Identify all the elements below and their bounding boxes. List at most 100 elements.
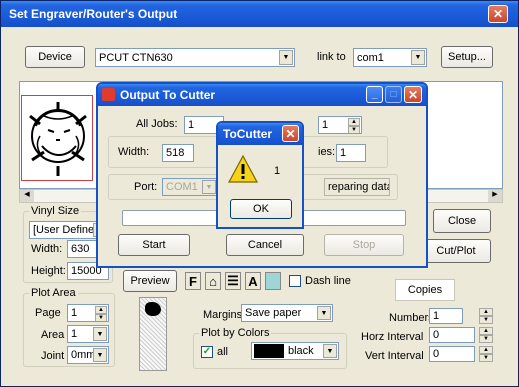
cancel-button[interactable]: Cancel: [226, 234, 304, 256]
chevron-down-icon[interactable]: ▼: [279, 50, 293, 65]
spin-down-icon[interactable]: ▼: [479, 335, 493, 343]
thumbnail-blob: [145, 302, 161, 316]
artwork-graphic: [29, 102, 87, 176]
link-select[interactable]: com1 ▼: [353, 48, 427, 67]
all-checkbox[interactable]: ✓: [201, 346, 213, 358]
dash-line-label: Dash line: [305, 275, 351, 287]
close-icon[interactable]: ✕: [282, 125, 299, 142]
page-value: 1: [71, 307, 78, 319]
spin-up-icon[interactable]: ▲: [479, 308, 493, 316]
vert-interval-label: Vert Interval: [365, 350, 424, 362]
port-label: Port:: [134, 181, 158, 193]
copies-tab: Copies: [395, 279, 455, 301]
plot-by-colors-title: Plot by Colors: [199, 327, 272, 339]
current-job-spinner[interactable]: ▲ ▼: [348, 118, 360, 133]
warning-icon: [227, 154, 259, 183]
main-title-text: Set Engraver/Router's Output: [9, 7, 178, 21]
horz-interval-spinner[interactable]: ▲ ▼: [479, 327, 493, 343]
all-label: all: [217, 346, 229, 358]
joint-label: Joint: [41, 350, 65, 362]
all-jobs-value: 1: [188, 119, 195, 131]
device-select-value: PCUT CTN630: [99, 51, 173, 64]
output-copies-label: ies:: [318, 146, 336, 158]
close-icon[interactable]: ✕: [404, 86, 422, 103]
current-job-input[interactable]: 1 ▲ ▼: [318, 116, 362, 134]
close-button[interactable]: Close: [433, 209, 491, 233]
device-select[interactable]: PCUT CTN630 ▼: [95, 48, 295, 67]
stop-button: Stop: [324, 234, 404, 256]
device-button[interactable]: Device: [25, 46, 85, 68]
toolbar-shape-icon[interactable]: ⌂: [205, 272, 221, 290]
page-label: Page: [35, 307, 61, 319]
link-select-value: com1: [357, 51, 384, 64]
margins-select[interactable]: Save paper ▼: [241, 304, 333, 322]
horz-interval-input[interactable]: 0: [429, 327, 475, 343]
message-box-title-bar: ToCutter ✕: [218, 123, 302, 145]
port-value: COM1: [166, 181, 198, 193]
toolbar-color-icon[interactable]: [265, 272, 281, 290]
maximize-icon[interactable]: □: [385, 86, 402, 103]
page-spinner[interactable]: ▲ ▼: [95, 306, 107, 321]
joint-value: 0mm: [71, 349, 96, 361]
close-icon[interactable]: ✕: [488, 5, 508, 23]
spin-down-icon[interactable]: ▼: [95, 314, 107, 321]
spin-up-icon[interactable]: ▲: [348, 118, 360, 126]
spin-up-icon[interactable]: ▲: [95, 306, 107, 314]
plot-area-title: Plot Area: [29, 287, 78, 299]
numbers-input[interactable]: 1: [429, 308, 463, 324]
spin-down-icon[interactable]: ▼: [348, 126, 360, 133]
output-dialog-title: Output To Cutter: [120, 88, 216, 102]
vinyl-height-label: Height:: [31, 265, 66, 277]
spin-up-icon[interactable]: ▲: [479, 346, 493, 354]
output-dialog-title-bar: Output To Cutter _ □ ✕: [98, 84, 426, 106]
dash-line-checkbox[interactable]: [289, 275, 301, 287]
horz-interval-value: 0: [433, 329, 440, 341]
setup-button[interactable]: Setup...: [441, 46, 493, 68]
vert-interval-spinner[interactable]: ▲ ▼: [479, 346, 493, 362]
start-button[interactable]: Start: [118, 234, 190, 256]
chevron-down-icon[interactable]: ▼: [411, 50, 425, 65]
output-width-label: Width:: [118, 146, 150, 158]
scroll-right-icon[interactable]: ▶: [488, 190, 502, 202]
chevron-down-icon[interactable]: ▼: [202, 180, 216, 194]
chevron-down-icon[interactable]: ▼: [93, 348, 107, 362]
margins-label: Margins: [203, 309, 243, 321]
horz-interval-label: Horz Interval: [361, 331, 424, 343]
area-label: Area: [41, 329, 65, 341]
preview-button[interactable]: Preview: [123, 270, 177, 292]
main-title-bar: Set Engraver/Router's Output ✕: [1, 1, 518, 27]
vinyl-thumbnail: [139, 297, 167, 371]
link-to-label: link to: [317, 51, 346, 63]
status-field: reparing data: [324, 178, 390, 196]
color-swatch: [254, 344, 284, 358]
scroll-left-icon[interactable]: ◀: [20, 190, 34, 202]
joint-input[interactable]: 0mm ▼: [67, 346, 109, 364]
spin-down-icon[interactable]: ▼: [479, 316, 493, 324]
color-select[interactable]: black ▼: [251, 342, 339, 360]
vinyl-width-value: 630: [71, 243, 90, 255]
copies-label: Copies: [407, 284, 443, 296]
numbers-value: 1: [433, 310, 440, 322]
toolbar-lines-icon[interactable]: ☰: [225, 272, 241, 290]
ok-button[interactable]: OK: [230, 199, 292, 219]
current-job-value: 1: [322, 119, 329, 131]
chevron-down-icon[interactable]: ▼: [317, 306, 331, 320]
toolbar-f-button[interactable]: F: [185, 272, 201, 290]
cut-plot-button[interactable]: Cut/Plot: [421, 239, 491, 263]
vert-interval-input[interactable]: 0: [429, 346, 475, 362]
spin-up-icon[interactable]: ▲: [479, 327, 493, 335]
numbers-spinner[interactable]: ▲ ▼: [479, 308, 493, 324]
message-text: 1: [274, 165, 281, 177]
vinyl-size-value: [User Define: [33, 224, 95, 236]
area-input[interactable]: 1 ▼: [67, 325, 109, 343]
output-copies-value: 1: [340, 147, 347, 159]
page-input[interactable]: 1 ▲ ▼: [67, 304, 109, 322]
minimize-icon[interactable]: _: [366, 86, 383, 103]
toolbar-a-button[interactable]: A: [245, 272, 261, 290]
output-width-input: 518: [162, 144, 194, 162]
port-select[interactable]: COM1 ▼: [162, 178, 218, 196]
spin-down-icon[interactable]: ▼: [479, 354, 493, 362]
vert-interval-value: 0: [433, 348, 440, 360]
chevron-down-icon[interactable]: ▼: [93, 327, 107, 341]
chevron-down-icon[interactable]: ▼: [323, 344, 337, 358]
